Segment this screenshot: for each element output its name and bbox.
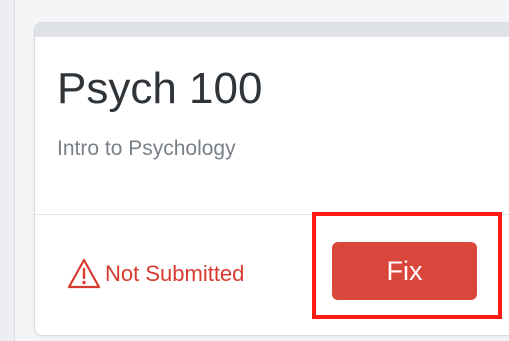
- course-card-view: Psych 100 Intro to Psychology Not Submit…: [0, 0, 509, 341]
- submission-status: Not Submitted: [67, 257, 244, 291]
- course-subtitle: Intro to Psychology: [57, 137, 236, 160]
- side-panel-edge: [0, 0, 15, 341]
- warning-icon: [67, 257, 101, 291]
- card-header-bar: [35, 23, 509, 37]
- fix-button[interactable]: Fix: [332, 242, 477, 300]
- course-card: Psych 100 Intro to Psychology Not Submit…: [34, 22, 509, 336]
- course-title: Psych 100: [57, 64, 263, 113]
- status-label: Not Submitted: [105, 261, 245, 286]
